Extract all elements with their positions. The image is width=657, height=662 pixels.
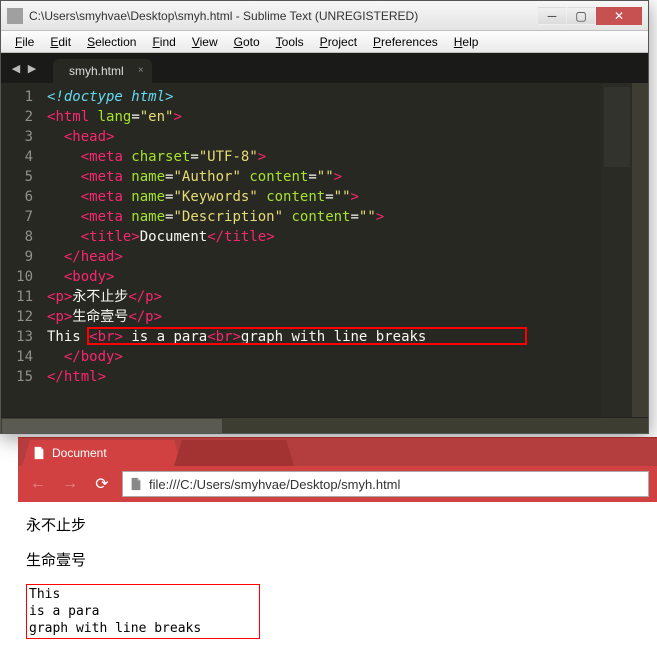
- menu-goto[interactable]: Goto: [228, 33, 266, 51]
- file-icon: [129, 477, 143, 491]
- sublime-window: C:\Users\smyhvae\Desktop\smyh.html - Sub…: [0, 0, 649, 434]
- line-break-box: This is a para graph with line breaks: [26, 584, 260, 639]
- menu-find[interactable]: Find: [146, 33, 181, 51]
- minimize-button[interactable]: ─: [538, 7, 566, 25]
- minimap[interactable]: [602, 83, 632, 417]
- horizontal-scrollbar[interactable]: [1, 417, 648, 433]
- file-tab[interactable]: smyh.html ×: [53, 59, 152, 83]
- chrome-toolbar: ← → ⟳ file:///C:/Users/smyhvae/Desktop/s…: [18, 466, 657, 502]
- line-number: 15: [1, 367, 33, 387]
- horizontal-scroll-thumb[interactable]: [2, 419, 222, 433]
- close-button[interactable]: ✕: [596, 7, 642, 25]
- menu-file[interactable]: File: [9, 33, 40, 51]
- browser-tab-blank[interactable]: [174, 440, 294, 466]
- menu-view[interactable]: View: [186, 33, 224, 51]
- chrome-tabbar: Document: [18, 438, 657, 466]
- line-number: 7: [1, 207, 33, 227]
- menu-project[interactable]: Project: [314, 33, 363, 51]
- code-text: <!doctype html>: [47, 89, 173, 105]
- minimap-viewport[interactable]: [604, 87, 630, 167]
- line-number: 12: [1, 307, 33, 327]
- back-button[interactable]: ←: [26, 472, 50, 496]
- file-tab-label: smyh.html: [69, 64, 124, 78]
- paragraph-2: 生命壹号: [26, 549, 649, 570]
- br-line-3: graph with line breaks: [29, 620, 257, 637]
- chrome-window: Document ← → ⟳ file:///C:/Users/smyhvae/…: [18, 437, 657, 647]
- menu-tools[interactable]: Tools: [270, 33, 310, 51]
- file-favicon-icon: [32, 446, 46, 460]
- menu-help[interactable]: Help: [448, 33, 485, 51]
- br-line-1: This: [29, 586, 257, 603]
- address-bar[interactable]: file:///C:/Users/smyhvae/Desktop/smyh.ht…: [122, 471, 649, 497]
- menu-preferences[interactable]: Preferences: [367, 33, 444, 51]
- page-body: 永不止步 生命壹号 This is a para graph with line…: [18, 502, 657, 647]
- line-number: 5: [1, 167, 33, 187]
- line-number: 14: [1, 347, 33, 367]
- line-number: 8: [1, 227, 33, 247]
- browser-tab[interactable]: Document: [22, 440, 182, 466]
- browser-tab-title: Document: [52, 446, 107, 460]
- window-title: C:\Users\smyhvae\Desktop\smyh.html - Sub…: [29, 9, 537, 23]
- menu-selection[interactable]: Selection: [81, 33, 142, 51]
- url-text: file:///C:/Users/smyhvae/Desktop/smyh.ht…: [149, 477, 400, 492]
- tab-bar: ◀ ▶ smyh.html ×: [1, 53, 648, 83]
- editor[interactable]: 1 2 3 4 5 6 7 8 9 10 11 12 13 14 15 <!do…: [1, 83, 648, 417]
- forward-button[interactable]: →: [58, 472, 82, 496]
- line-number: 3: [1, 127, 33, 147]
- code-area[interactable]: <!doctype html> <html lang="en"> <head> …: [41, 83, 602, 417]
- tab-prev-icon[interactable]: ◀: [9, 61, 23, 75]
- line-number: 2: [1, 107, 33, 127]
- paragraph-1: 永不止步: [26, 514, 649, 535]
- vertical-scrollbar[interactable]: [632, 83, 648, 417]
- line-number: 11: [1, 287, 33, 307]
- app-icon: [7, 8, 23, 24]
- line-number: 6: [1, 187, 33, 207]
- titlebar: C:\Users\smyhvae\Desktop\smyh.html - Sub…: [1, 1, 648, 31]
- menubar: File Edit Selection Find View Goto Tools…: [1, 31, 648, 53]
- line-number: 13: [1, 327, 33, 347]
- tab-next-icon[interactable]: ▶: [25, 61, 39, 75]
- br-line-2: is a para: [29, 603, 257, 620]
- line-gutter: 1 2 3 4 5 6 7 8 9 10 11 12 13 14 15: [1, 83, 41, 417]
- line-number: 4: [1, 147, 33, 167]
- maximize-button[interactable]: ▢: [567, 7, 595, 25]
- close-tab-icon[interactable]: ×: [138, 65, 144, 76]
- line-number: 9: [1, 247, 33, 267]
- reload-button[interactable]: ⟳: [90, 472, 114, 496]
- line-number: 1: [1, 87, 33, 107]
- menu-edit[interactable]: Edit: [44, 33, 77, 51]
- line-number: 10: [1, 267, 33, 287]
